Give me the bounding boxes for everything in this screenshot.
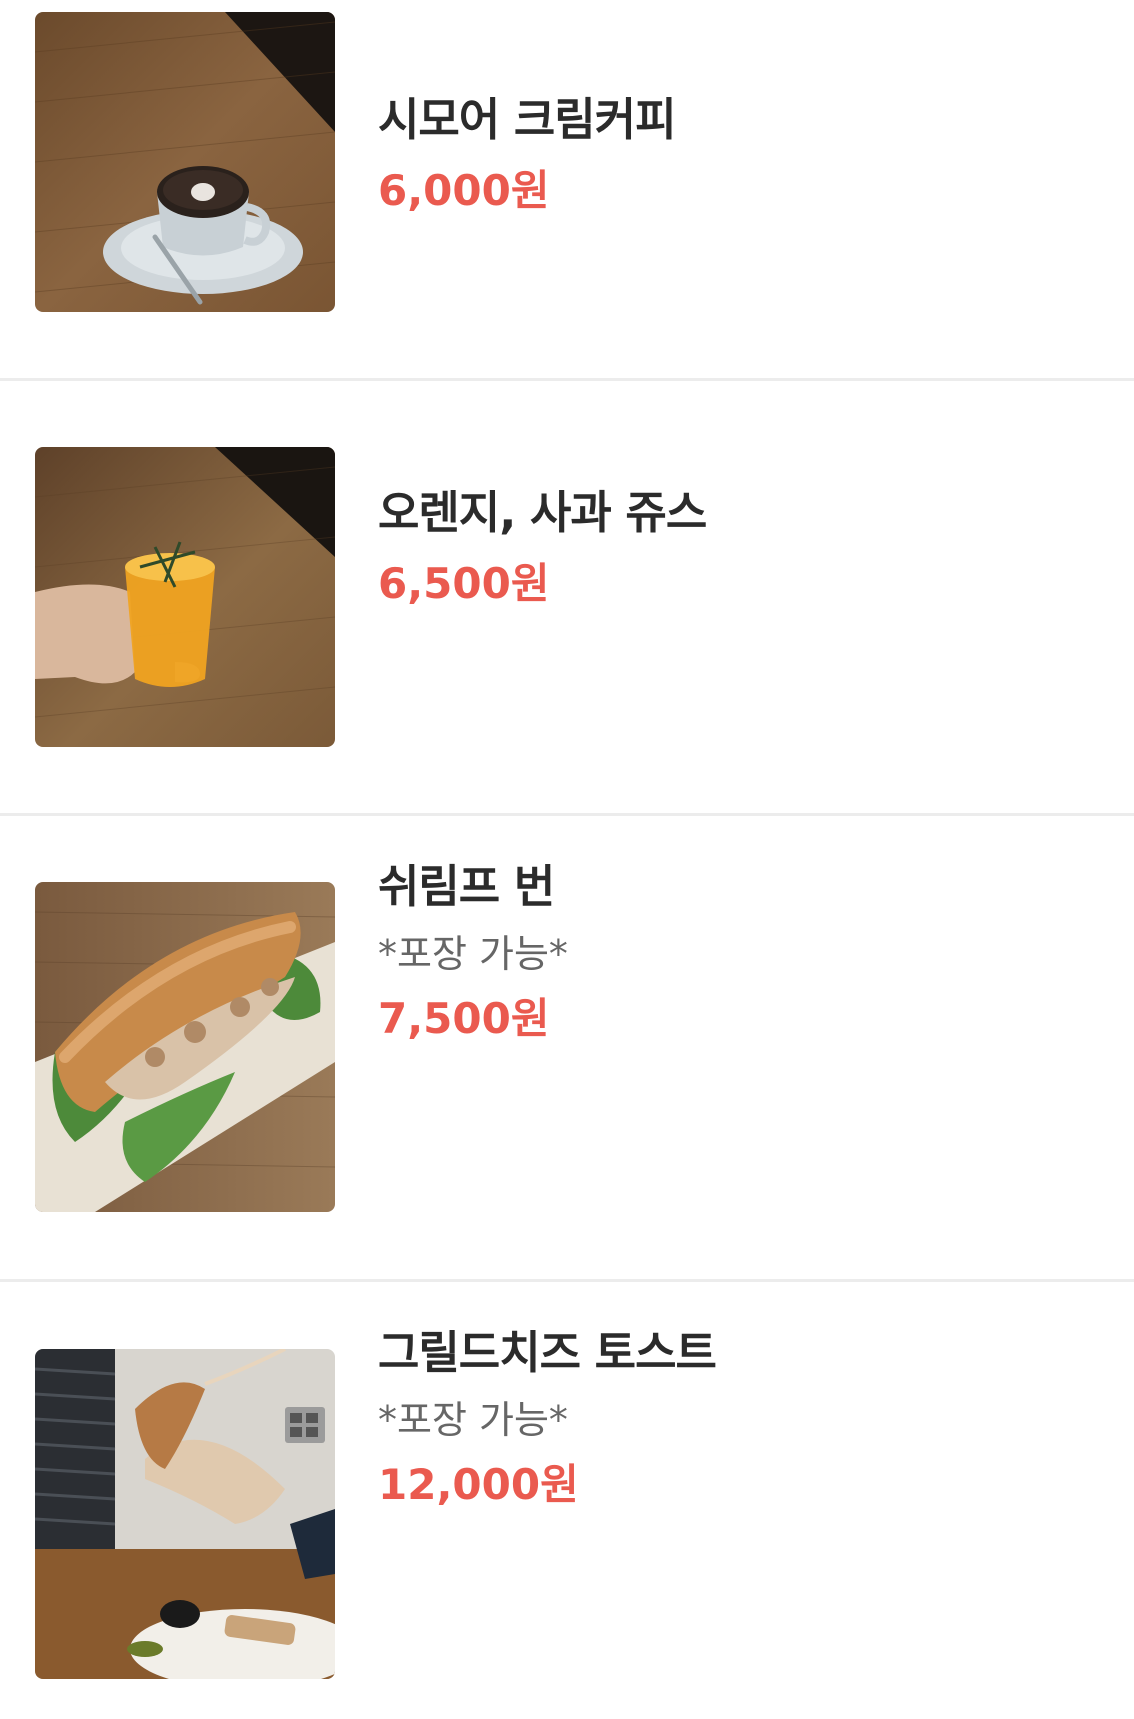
menu-item[interactable]: 시모어 크림커피 6,000원 xyxy=(0,0,1134,378)
menu-item[interactable]: 그릴드치즈 토스트 *포장 가능* 12,000원 xyxy=(0,1282,1134,1719)
item-price: 7,500원 xyxy=(378,994,550,1043)
menu-item[interactable]: 쉬림프 번 *포장 가능* 7,500원 xyxy=(0,816,1134,1279)
orange-juice-photo[interactable] xyxy=(35,447,335,747)
item-price: 6,500원 xyxy=(378,559,550,608)
grilled-cheese-toast-photo[interactable] xyxy=(35,1349,335,1679)
item-name: 오렌지, 사과 쥬스 xyxy=(378,486,707,539)
item-price: 6,000원 xyxy=(378,166,550,215)
item-note: *포장 가능* xyxy=(378,932,568,976)
item-price: 12,000원 xyxy=(378,1460,579,1509)
item-name: 시모어 크림커피 xyxy=(378,93,676,146)
menu-item[interactable]: 오렌지, 사과 쥬스 6,500원 xyxy=(0,381,1134,813)
cream-coffee-photo[interactable] xyxy=(35,12,335,312)
item-name: 그릴드치즈 토스트 xyxy=(378,1326,717,1379)
item-name: 쉬림프 번 xyxy=(378,860,555,913)
shrimp-bun-photo[interactable] xyxy=(35,882,335,1212)
item-note: *포장 가능* xyxy=(378,1398,568,1442)
